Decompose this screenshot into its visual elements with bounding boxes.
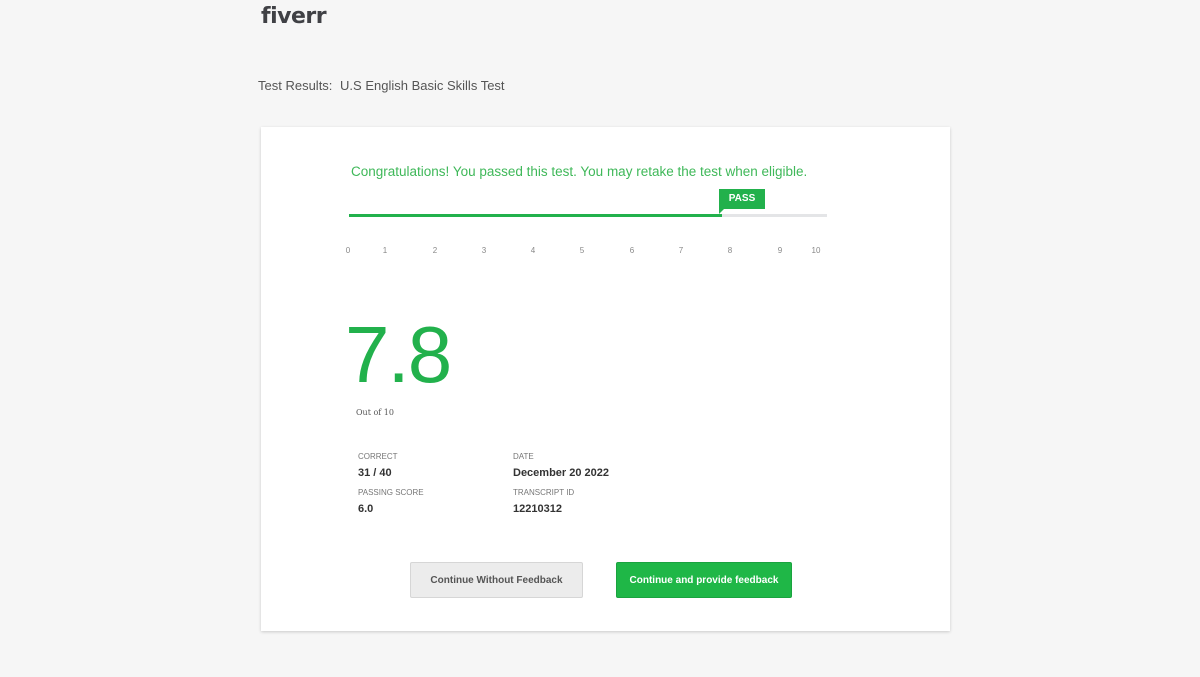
score-value: 7.8 — [345, 310, 452, 399]
scale-tick: 3 — [481, 246, 487, 255]
scale-tick: 0 — [345, 246, 351, 255]
score-progress-track — [349, 214, 827, 217]
transcript-id-label: TRANSCRIPT ID — [513, 488, 575, 497]
page-title: Test Results: U.S English Basic Skills T… — [258, 78, 505, 93]
scale-tick: 8 — [727, 246, 733, 255]
scale-tick: 1 — [382, 246, 388, 255]
pass-message: Congratulations! You passed this test. Y… — [351, 164, 808, 179]
scale-tick: 9 — [777, 246, 783, 255]
scale-tick: 7 — [678, 246, 684, 255]
continue-without-feedback-button[interactable]: Continue Without Feedback — [410, 562, 583, 598]
passing-score-value: 6.0 — [358, 503, 374, 515]
passing-score-label: PASSING SCORE — [358, 488, 424, 497]
scale-tick: 2 — [432, 246, 438, 255]
score-scale: 0 1 2 3 4 5 6 7 8 9 10 — [261, 246, 950, 258]
scale-tick: 5 — [579, 246, 585, 255]
results-card: Congratulations! You passed this test. Y… — [261, 127, 950, 631]
page-title-label: Test Results: — [258, 78, 333, 93]
correct-value: 31 / 40 — [358, 467, 392, 479]
scale-tick: 6 — [629, 246, 635, 255]
scale-tick: 4 — [530, 246, 536, 255]
score-out-of: Out of 10 — [356, 408, 394, 417]
continue-with-feedback-button[interactable]: Continue and provide feedback — [616, 562, 792, 598]
date-label: DATE — [513, 452, 534, 461]
date-value: December 20 2022 — [513, 467, 610, 479]
scale-tick: 10 — [811, 246, 821, 255]
score-progress-fill — [349, 214, 722, 217]
transcript-id-value: 12210312 — [513, 503, 562, 515]
pass-badge: PASS — [719, 189, 765, 214]
fiverr-logo[interactable]: fiverr — [261, 4, 327, 29]
test-name: U.S English Basic Skills Test — [340, 78, 505, 93]
correct-label: CORRECT — [358, 452, 398, 461]
